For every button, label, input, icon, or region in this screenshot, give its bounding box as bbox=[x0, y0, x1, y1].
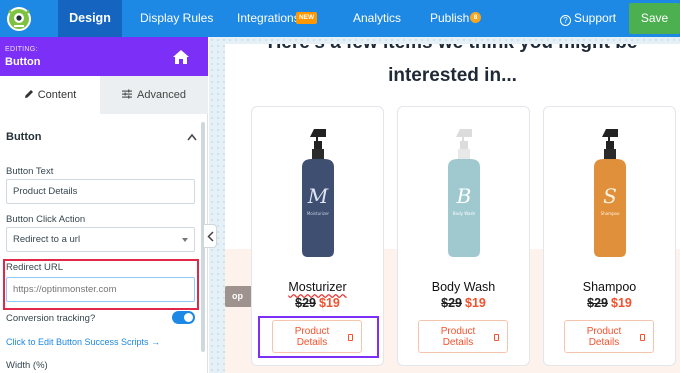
conversion-tracking-label: Conversion tracking? bbox=[6, 313, 96, 324]
button-text-label: Button Text bbox=[6, 166, 54, 177]
tab-design[interactable]: Design bbox=[58, 0, 122, 37]
sliders-icon bbox=[122, 89, 133, 99]
moisturizer-bottle-image: M Moisturizer bbox=[302, 129, 334, 257]
support-label: Support bbox=[574, 11, 617, 25]
redirect-url-label: Redirect URL bbox=[6, 262, 64, 273]
popup-heading-line2: interested in... bbox=[388, 65, 517, 86]
top-navigation-bar: Design Display Rules Integrations NEW An… bbox=[0, 0, 680, 37]
collapse-sidebar-handle[interactable] bbox=[203, 224, 217, 248]
tab-publish[interactable]: Publish bbox=[430, 0, 469, 37]
button-icon bbox=[640, 334, 645, 341]
svg-text:M: M bbox=[307, 184, 329, 208]
chevron-up-icon[interactable] bbox=[187, 133, 197, 141]
width-label: Width (%) bbox=[6, 360, 48, 371]
product-name: Body Wash bbox=[431, 280, 496, 294]
conversion-tracking-toggle[interactable] bbox=[172, 311, 195, 324]
selected-button-outline bbox=[258, 316, 379, 358]
product-details-label: Product Details bbox=[586, 326, 622, 348]
product-card-body-wash: B Body Wash Body Wash $29 $19 Product Det… bbox=[397, 106, 530, 366]
support-link[interactable]: ? Support bbox=[560, 0, 616, 37]
body-wash-bottle-image: B Body Wash bbox=[448, 129, 480, 257]
section-title: Button bbox=[6, 131, 42, 143]
redirect-url-input[interactable] bbox=[6, 277, 195, 302]
button-icon bbox=[494, 334, 499, 341]
publish-count-badge: 8 bbox=[470, 12, 481, 23]
sidebar-tabs: Content Advanced bbox=[0, 76, 208, 114]
question-icon: ? bbox=[560, 15, 571, 26]
product-details-button[interactable]: Product Details bbox=[564, 320, 654, 353]
editing-header: EDITING: Button bbox=[0, 37, 208, 76]
optinmonster-logo-icon[interactable] bbox=[4, 3, 34, 34]
svg-text:S: S bbox=[603, 184, 617, 208]
product-details-label: Product Details bbox=[440, 326, 476, 348]
pencil-icon bbox=[24, 90, 33, 98]
save-button[interactable]: Save bbox=[629, 3, 680, 34]
tab-content[interactable]: Content bbox=[0, 76, 100, 114]
new-badge: NEW bbox=[296, 12, 318, 24]
svg-text:Body Wash: Body Wash bbox=[453, 211, 476, 216]
editor-sidebar: EDITING: Button Content Advanced Button … bbox=[0, 37, 208, 373]
click-action-select[interactable]: Redirect to a url bbox=[6, 227, 195, 252]
button-text-input[interactable]: Product Details bbox=[6, 179, 195, 204]
product-price: $29 $19 bbox=[587, 296, 632, 310]
product-price: $29 $19 bbox=[295, 296, 340, 310]
toggle-knob bbox=[184, 313, 193, 322]
home-icon[interactable] bbox=[172, 49, 190, 65]
shampoo-bottle-image: S Shampoo bbox=[594, 129, 626, 257]
click-action-value: Redirect to a url bbox=[13, 234, 81, 245]
tab-analytics[interactable]: Analytics bbox=[353, 0, 401, 37]
product-details-button[interactable]: Product Details bbox=[418, 320, 508, 353]
tab-advanced-label: Advanced bbox=[137, 89, 186, 101]
product-name: Mosturizer bbox=[288, 280, 347, 294]
svg-text:Shampoo: Shampoo bbox=[601, 211, 620, 216]
click-action-label: Button Click Action bbox=[6, 214, 86, 225]
tab-display-rules[interactable]: Display Rules bbox=[140, 0, 213, 37]
popup-heading-line1: Here's a few items we think you might be bbox=[225, 44, 680, 54]
tab-integrations[interactable]: Integrations bbox=[237, 0, 300, 37]
svg-text:B: B bbox=[456, 184, 472, 208]
dropdown-arrow-icon bbox=[182, 238, 188, 242]
product-price: $29 $19 bbox=[441, 296, 486, 310]
tab-content-label: Content bbox=[37, 89, 77, 101]
editing-title: Button bbox=[5, 56, 41, 68]
svg-text:Moisturizer: Moisturizer bbox=[307, 211, 330, 216]
edit-success-scripts-link[interactable]: Click to Edit Button Success Scripts → bbox=[6, 337, 160, 347]
tab-advanced[interactable]: Advanced bbox=[100, 76, 208, 114]
chevron-left-icon bbox=[207, 231, 214, 242]
product-card-shampoo: S Shampoo Shampoo $29 $19 Product Details bbox=[543, 106, 676, 366]
product-name: Shampoo bbox=[582, 280, 637, 294]
side-tab[interactable]: op bbox=[225, 286, 253, 307]
editing-label: EDITING: bbox=[5, 46, 38, 53]
